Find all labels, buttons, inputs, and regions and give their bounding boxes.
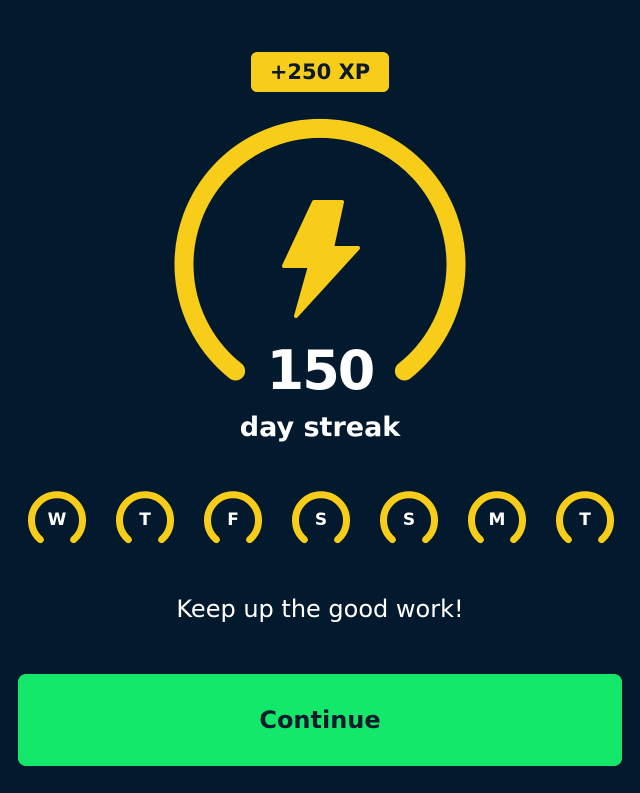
day-indicator: T: [114, 489, 176, 551]
day-indicator: S: [290, 489, 352, 551]
day-label: T: [139, 510, 151, 530]
continue-button-label: Continue: [259, 706, 381, 734]
day-indicator: W: [26, 489, 88, 551]
day-indicator: M: [466, 489, 528, 551]
day-indicator: T: [554, 489, 616, 551]
xp-badge: +250 XP: [251, 52, 389, 92]
streak-count: 150: [266, 339, 376, 402]
day-label: W: [47, 510, 67, 530]
day-indicator: S: [378, 489, 440, 551]
day-label: S: [314, 510, 328, 530]
continue-button[interactable]: Continue: [18, 674, 622, 766]
day-label: M: [488, 510, 506, 530]
week-days: W T F S S M T: [0, 489, 640, 551]
xp-badge-label: +250 XP: [269, 60, 371, 84]
day-label: T: [579, 510, 591, 530]
day-label: S: [402, 510, 416, 530]
day-indicator: F: [202, 489, 264, 551]
lightning-bolt-icon: [278, 200, 360, 318]
encouragement-message: Keep up the good work!: [176, 595, 464, 623]
streak-screen: { "xp_badge": { "label": "+250 XP" }, "s…: [0, 0, 640, 793]
day-label: F: [227, 510, 239, 530]
streak-label: day streak: [239, 412, 401, 443]
